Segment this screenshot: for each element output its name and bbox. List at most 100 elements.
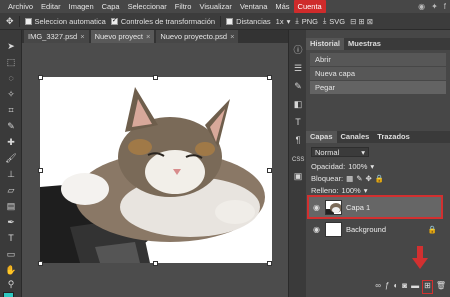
menu-mas[interactable]: Más	[271, 0, 293, 13]
transform-handle[interactable]	[38, 261, 43, 266]
info-icon[interactable]: ⓘ	[292, 44, 304, 56]
divider	[18, 15, 20, 27]
text-tool-icon[interactable]: T	[3, 232, 19, 244]
distances-checkbox[interactable]	[226, 17, 234, 25]
auto-select-option[interactable]: Seleccion automatica	[24, 17, 106, 26]
menu-imagen[interactable]: Imagen	[65, 0, 98, 13]
document-canvas[interactable]	[40, 77, 272, 263]
cat-thumbnail-icon	[326, 202, 341, 214]
transform-handle[interactable]	[267, 168, 272, 173]
gradient-tool-icon[interactable]: ▤	[3, 200, 19, 212]
transform-handle[interactable]	[267, 261, 272, 266]
clone-stamp-tool-icon[interactable]: ⊥	[3, 168, 19, 180]
menu-archivo[interactable]: Archivo	[4, 0, 37, 13]
foreground-color-swatch[interactable]	[3, 292, 14, 297]
menu-visualizar[interactable]: Visualizar	[195, 0, 235, 13]
transform-controls-option[interactable]: Controles de transformación	[110, 16, 215, 26]
image-icon[interactable]: ▣	[292, 170, 304, 182]
chevron-down-icon[interactable]: ▾	[364, 186, 368, 195]
eyedropper-tool-icon[interactable]: ✎	[3, 120, 19, 132]
shape-tool-icon[interactable]: ▭	[3, 248, 19, 260]
tab-samples[interactable]: Muestras	[344, 38, 385, 50]
trash-icon[interactable]: 🗑	[436, 281, 446, 293]
transform-handle[interactable]	[38, 75, 43, 80]
export-png-button[interactable]: ⤓ PNG	[295, 16, 318, 26]
close-icon[interactable]: ×	[80, 30, 84, 43]
effects-icon[interactable]: ƒ	[385, 281, 389, 293]
chevron-down-icon: ▾	[286, 16, 291, 26]
zoom-tool-icon[interactable]: ⚲	[3, 278, 19, 290]
fill-row: Relleno: 100% ▾	[306, 184, 450, 196]
layer-thumbnail	[325, 199, 342, 215]
history-item[interactable]: Pegar	[310, 81, 446, 94]
blend-mode-select[interactable]: Normal ▾	[311, 147, 369, 157]
lock-all-icon[interactable]: 🔒	[375, 174, 384, 183]
tab-channels[interactable]: Canales	[337, 131, 374, 143]
transform-handle[interactable]	[38, 168, 43, 173]
chevron-down-icon[interactable]: ▾	[370, 162, 374, 171]
zoom-select[interactable]: 1x ▾	[276, 17, 291, 26]
menu-filtro[interactable]: Filtro	[171, 0, 196, 13]
link-icon[interactable]: ∞	[375, 281, 381, 293]
close-icon[interactable]: ×	[146, 30, 150, 43]
visibility-eye-icon[interactable]: ◉	[313, 203, 321, 212]
transform-controls-checkbox[interactable]	[110, 16, 118, 25]
magic-wand-tool-icon[interactable]: ✧	[3, 88, 19, 100]
css-icon[interactable]: CSS	[292, 154, 304, 166]
tab-history[interactable]: Historial	[306, 38, 345, 50]
folder-icon[interactable]: ▬	[411, 281, 419, 293]
healing-tool-icon[interactable]: ✚	[3, 136, 19, 148]
social-twitter-icon[interactable]: ✦	[431, 2, 438, 11]
social-reddit-icon[interactable]: ◉	[418, 2, 425, 11]
visibility-eye-icon[interactable]: ◉	[313, 225, 321, 234]
eraser-tool-icon[interactable]: ▱	[3, 184, 19, 196]
tab-img-3327[interactable]: IMG_3327.psd ×	[24, 30, 89, 43]
transform-handle[interactable]	[153, 75, 158, 80]
history-item[interactable]: Abrir	[310, 53, 446, 66]
adjustment-icon[interactable]: ◐	[393, 281, 398, 293]
history-item[interactable]: Nueva capa	[310, 67, 446, 80]
layers-icon[interactable]: ☰	[292, 62, 304, 74]
brush-tool-icon[interactable]: 🖌	[3, 152, 19, 164]
export-svg-button[interactable]: ⤓ SVG	[323, 16, 345, 26]
lock-position-icon[interactable]: ✥	[366, 174, 372, 183]
opacity-row: Opacidad: 100% ▾	[306, 160, 450, 172]
lock-transparency-icon[interactable]: ▦	[346, 174, 353, 183]
layer-background[interactable]: ◉ Background 🔒	[309, 219, 441, 239]
tab-layers[interactable]: Capas	[306, 131, 337, 143]
tab-paths[interactable]: Trazados	[373, 131, 414, 143]
brush-settings-icon[interactable]: ✎	[292, 80, 304, 92]
opacity-value[interactable]: 100%	[348, 162, 367, 171]
adjust-icon[interactable]: ◧	[292, 98, 304, 110]
tab-nuevo-proyect[interactable]: Nuevo proyect ×	[90, 30, 155, 43]
layer-capa-1[interactable]: ◉ Capa 1	[307, 195, 443, 219]
fill-value[interactable]: 100%	[342, 186, 361, 195]
lock-paint-icon[interactable]: ✎	[356, 174, 362, 183]
layer-name: Capa 1	[346, 202, 371, 212]
close-icon[interactable]: ×	[230, 30, 234, 43]
menu-editar[interactable]: Editar	[37, 0, 65, 13]
paragraph-icon[interactable]: ¶	[292, 134, 304, 146]
menu-capa[interactable]: Capa	[98, 0, 124, 13]
tab-nuevo-proyecto-psd[interactable]: Nuevo proyecto.psd ×	[156, 30, 239, 43]
options-bar: ✥ Seleccion automatica Controles de tran…	[0, 13, 450, 30]
crop-tool-icon[interactable]: ⌗	[3, 104, 19, 116]
menu-ventana[interactable]: Ventana	[236, 0, 272, 13]
align-icons[interactable]: ⊟⊞⊠	[350, 17, 375, 26]
transform-handle[interactable]	[267, 75, 272, 80]
marquee-tool-icon[interactable]: ⬚	[3, 56, 19, 68]
lasso-tool-icon[interactable]: ◌	[3, 72, 19, 84]
social-facebook-icon[interactable]: f	[444, 2, 446, 11]
menu-seleccionar[interactable]: Seleccionar	[124, 0, 171, 13]
new-layer-button[interactable]: ⊞	[422, 280, 433, 294]
mask-icon[interactable]: ◙	[402, 281, 407, 293]
distances-option[interactable]: Distancias	[226, 17, 271, 26]
auto-select-checkbox[interactable]	[24, 17, 32, 25]
pen-tool-icon[interactable]: ✒	[3, 216, 19, 228]
move-tool-icon[interactable]: ➤	[3, 40, 19, 52]
menu-cuenta[interactable]: Cuenta	[293, 0, 326, 13]
character-icon[interactable]: T	[292, 116, 304, 128]
transform-handle[interactable]	[153, 261, 158, 266]
canvas-area[interactable]	[22, 43, 288, 297]
hand-tool-icon[interactable]: ✋	[3, 264, 19, 276]
